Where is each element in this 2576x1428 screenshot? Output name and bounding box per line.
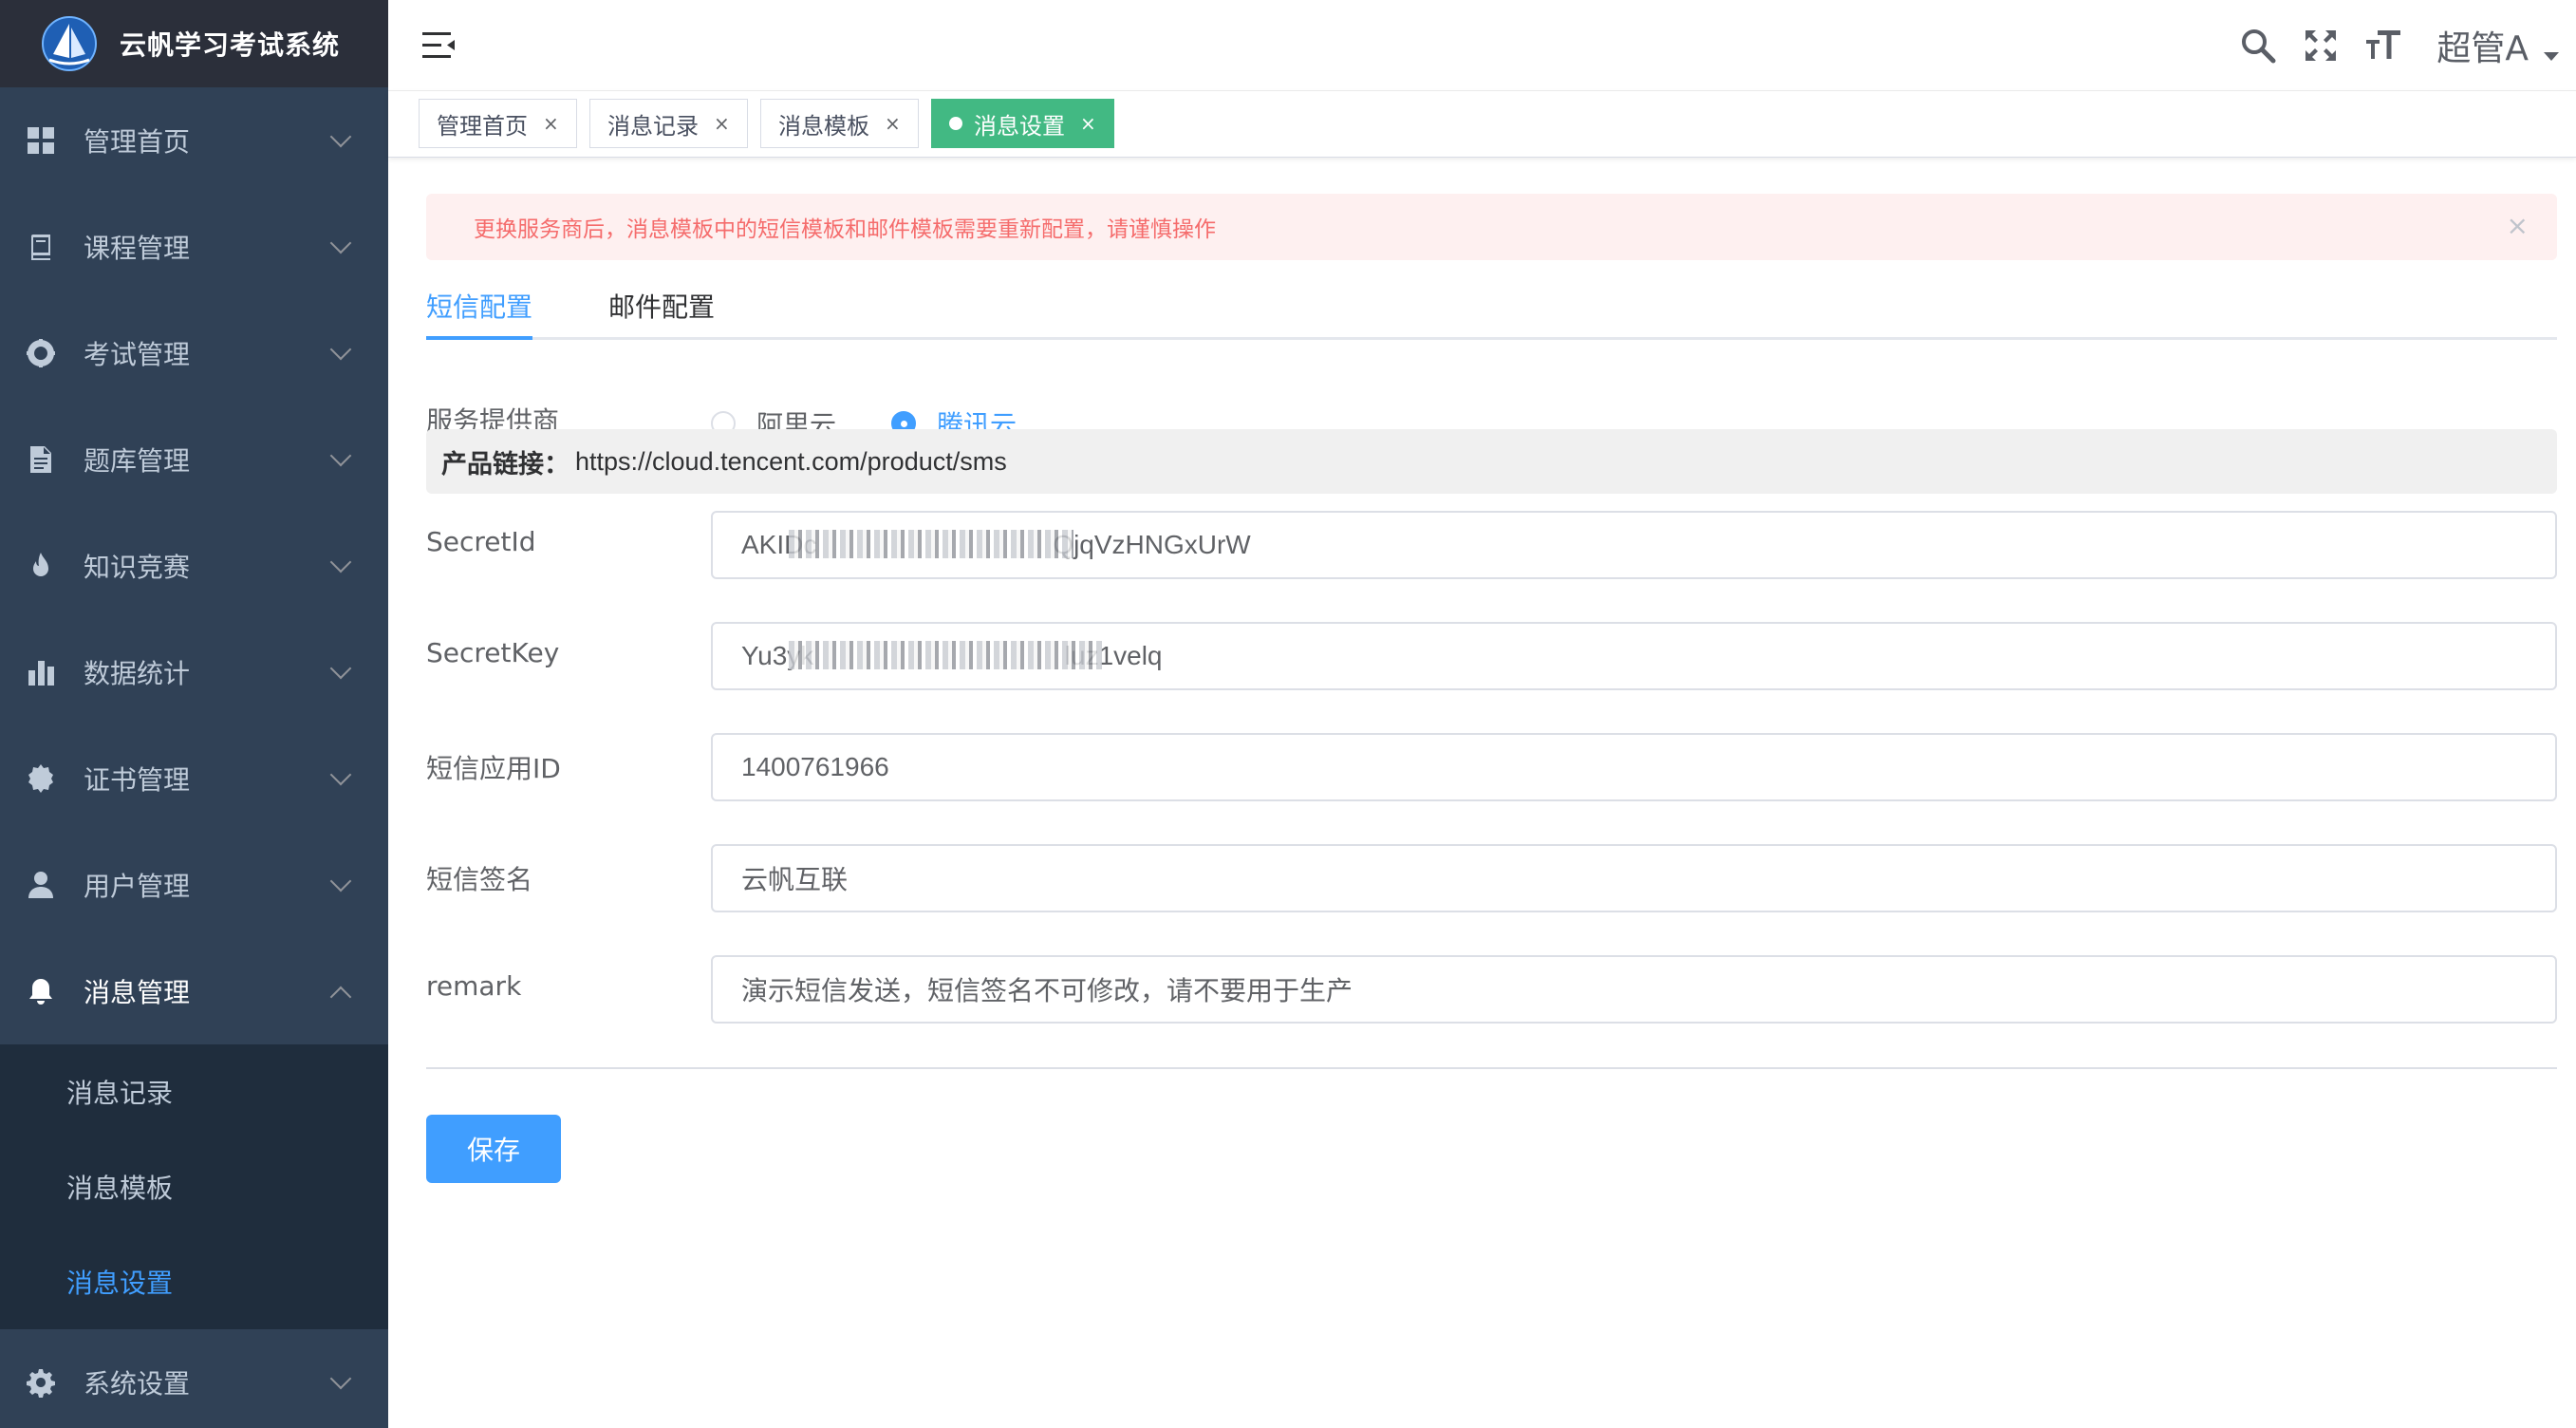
tag-message-templates[interactable]: 消息模板 ×	[760, 99, 919, 148]
warning-alert: 更换服务商后，消息模板中的短信模板和邮件模板需要重新配置，请谨慎操作 ×	[426, 194, 2557, 260]
close-icon[interactable]: ×	[714, 112, 730, 135]
secret-key-label: SecretKey	[426, 637, 560, 668]
actions-row: 保存	[426, 1069, 2557, 1183]
chevron-up-icon	[329, 986, 352, 1008]
user-name[interactable]: 超管A	[2436, 21, 2529, 70]
sidebar-item-label: 系统设置	[84, 1368, 191, 1400]
sidebar-item-system-settings[interactable]: 系统设置	[0, 1329, 388, 1428]
tag-message-settings[interactable]: 消息设置 ×	[931, 99, 1114, 148]
bell-icon	[25, 975, 57, 1007]
close-icon[interactable]: ×	[543, 112, 559, 135]
dashboard-icon	[25, 124, 57, 157]
sidebar-item-dashboard[interactable]: 管理首页	[0, 87, 388, 194]
sidebar-item-label: 数据统计	[84, 658, 191, 689]
active-dot-icon	[949, 117, 962, 130]
certificate-icon	[25, 762, 57, 795]
logo-area[interactable]: 云帆学习考试系统	[0, 0, 388, 87]
chevron-down-icon	[329, 551, 352, 573]
sms-signature-input[interactable]	[711, 844, 2557, 912]
secret-id-row: SecretId	[426, 511, 2557, 606]
sidebar-item-label: 题库管理	[84, 445, 191, 477]
navbar-right: 超管A	[2237, 0, 2576, 91]
sidebar-item-exam[interactable]: 考试管理	[0, 300, 388, 406]
save-button[interactable]: 保存	[426, 1115, 561, 1183]
provider-row: 服务提供商 阿里云 腾讯云 产品链接： https://cloud.tencen…	[426, 340, 2557, 494]
app-title: 云帆学习考试系统	[120, 29, 341, 61]
chevron-down-icon	[329, 232, 352, 254]
secret-key-row: SecretKey	[426, 622, 2557, 717]
user-icon	[25, 869, 57, 901]
sidebar-item-question-bank[interactable]: 题库管理	[0, 406, 388, 513]
gear-icon	[25, 1366, 57, 1399]
course-icon	[25, 231, 57, 263]
logo-icon	[42, 16, 97, 71]
exam-icon	[25, 337, 57, 369]
alert-text: 更换服务商后，消息模板中的短信模板和邮件模板需要重新配置，请谨慎操作	[474, 217, 1216, 242]
sidebar-toggle-icon[interactable]	[420, 27, 458, 65]
sms-signature-row: 短信签名	[426, 844, 2557, 939]
sidebar-item-label: 用户管理	[84, 871, 191, 902]
fire-icon	[25, 550, 57, 582]
sidebar-item-label: 消息管理	[84, 977, 191, 1008]
tab-sms-config[interactable]: 短信配置	[426, 287, 532, 325]
sidebar-item-label: 考试管理	[84, 339, 191, 370]
remark-input[interactable]	[711, 955, 2557, 1024]
tag-label: 消息模板	[778, 112, 869, 140]
sidebar-item-users[interactable]: 用户管理	[0, 832, 388, 938]
remark-label: remark	[426, 970, 522, 1002]
tab-email-config[interactable]: 邮件配置	[608, 287, 715, 325]
sidebar-item-label: 证书管理	[84, 764, 191, 796]
sidebar-item-label: 课程管理	[84, 233, 191, 264]
product-link-bar: 产品链接： https://cloud.tencent.com/product/…	[426, 429, 2557, 494]
main-content: 更换服务商后，消息模板中的短信模板和邮件模板需要重新配置，请谨慎操作 × 短信配…	[426, 194, 2557, 1183]
sidebar-item-label: 知识竞赛	[84, 552, 191, 583]
tag-label: 消息记录	[607, 112, 699, 140]
sms-signature-label: 短信签名	[426, 864, 533, 895]
navbar: 超管A	[388, 0, 2576, 91]
secret-id-label: SecretId	[426, 526, 536, 557]
caret-down-icon[interactable]	[2544, 51, 2559, 61]
tag-label: 管理首页	[437, 112, 528, 140]
bar-chart-icon	[25, 656, 57, 688]
chevron-down-icon	[329, 338, 352, 361]
sidebar-subitem-message-templates[interactable]: 消息模板	[0, 1139, 388, 1234]
tags-view: 管理首页 × 消息记录 × 消息模板 × 消息设置 ×	[388, 91, 2576, 158]
chevron-down-icon	[329, 870, 352, 892]
question-bank-icon	[25, 443, 57, 476]
tag-dashboard[interactable]: 管理首页 ×	[419, 99, 577, 148]
font-size-icon[interactable]	[2362, 25, 2404, 66]
chevron-down-icon	[329, 444, 352, 467]
product-link-label: 产品链接：	[441, 449, 569, 479]
sidebar-item-certificate[interactable]: 证书管理	[0, 725, 388, 832]
tag-label: 消息设置	[974, 112, 1065, 140]
redacted-mask	[789, 530, 1073, 558]
close-icon[interactable]: ×	[1080, 112, 1096, 135]
sms-app-id-row: 短信应用ID	[426, 733, 2557, 828]
tag-message-records[interactable]: 消息记录 ×	[589, 99, 748, 148]
chevron-down-icon	[329, 125, 352, 148]
close-icon[interactable]: ×	[885, 112, 901, 135]
redacted-mask	[789, 641, 1102, 669]
remark-row: remark	[426, 955, 2557, 1067]
sidebar-item-label: 管理首页	[84, 126, 191, 158]
chevron-down-icon	[329, 657, 352, 680]
search-icon[interactable]	[2237, 25, 2279, 66]
sms-form: SecretId SecretKey 短信应用ID 短信签名	[426, 511, 2557, 948]
product-link-url[interactable]: https://cloud.tencent.com/product/sms	[575, 447, 1007, 477]
config-tabs: 短信配置 邮件配置	[426, 260, 2557, 340]
close-icon[interactable]: ×	[2507, 213, 2529, 239]
sms-app-id-input[interactable]	[711, 733, 2557, 801]
sidebar-item-competition[interactable]: 知识竞赛	[0, 513, 388, 619]
sidebar-subitem-message-records[interactable]: 消息记录	[0, 1044, 388, 1139]
sidebar-item-course[interactable]: 课程管理	[0, 194, 388, 300]
chevron-down-icon	[329, 1367, 352, 1390]
fullscreen-icon[interactable]	[2300, 25, 2342, 66]
sidebar: 云帆学习考试系统 管理首页 课程管理 考试管理 题库管理 知识竞赛 数据统计 证…	[0, 0, 388, 1428]
chevron-down-icon	[329, 763, 352, 786]
sidebar-item-statistics[interactable]: 数据统计	[0, 619, 388, 725]
sidebar-subitem-message-settings[interactable]: 消息设置	[0, 1234, 388, 1329]
messages-submenu: 消息记录 消息模板 消息设置	[0, 1044, 388, 1329]
sidebar-item-messages[interactable]: 消息管理	[0, 938, 388, 1044]
sms-app-id-label: 短信应用ID	[426, 753, 561, 784]
